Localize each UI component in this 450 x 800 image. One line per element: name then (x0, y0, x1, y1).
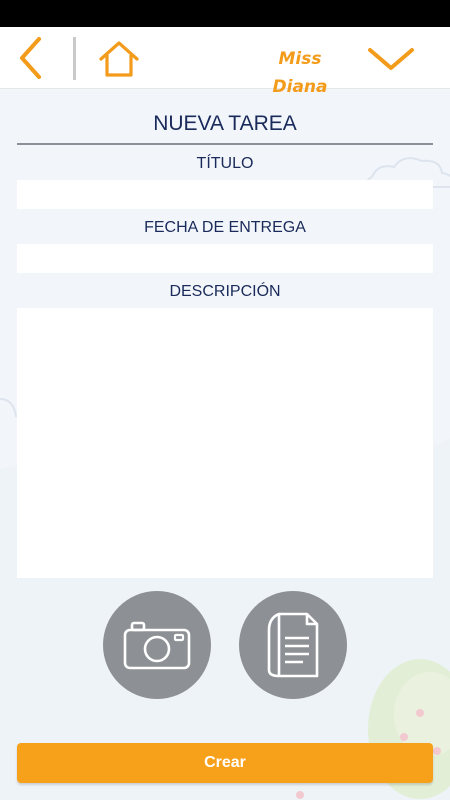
chevron-left-icon (20, 37, 41, 79)
header-divider (73, 37, 76, 80)
title-underline (17, 143, 433, 145)
due-date-input[interactable] (17, 244, 433, 273)
app-header: Miss Diana (0, 27, 450, 97)
status-bar (0, 0, 450, 27)
home-icon (99, 41, 139, 77)
dropdown-button[interactable] (365, 39, 417, 79)
back-button[interactable] (10, 35, 50, 81)
attach-document-button[interactable] (239, 591, 347, 699)
page-title: NUEVA TAREA (153, 112, 297, 135)
chevron-down-icon (368, 48, 414, 70)
due-date-label: FECHA DE ENTREGA (144, 219, 306, 236)
camera-icon (123, 621, 191, 670)
user-name: Miss Diana (272, 49, 328, 97)
camera-button[interactable] (103, 591, 211, 699)
title-input[interactable] (17, 180, 433, 209)
description-label: DESCRIPCIÓN (169, 283, 281, 300)
document-icon (267, 612, 319, 678)
description-textarea[interactable] (17, 308, 433, 578)
create-button[interactable]: Crear (17, 743, 433, 783)
title-label: TÍTULO (196, 155, 254, 172)
home-button[interactable] (95, 37, 143, 81)
